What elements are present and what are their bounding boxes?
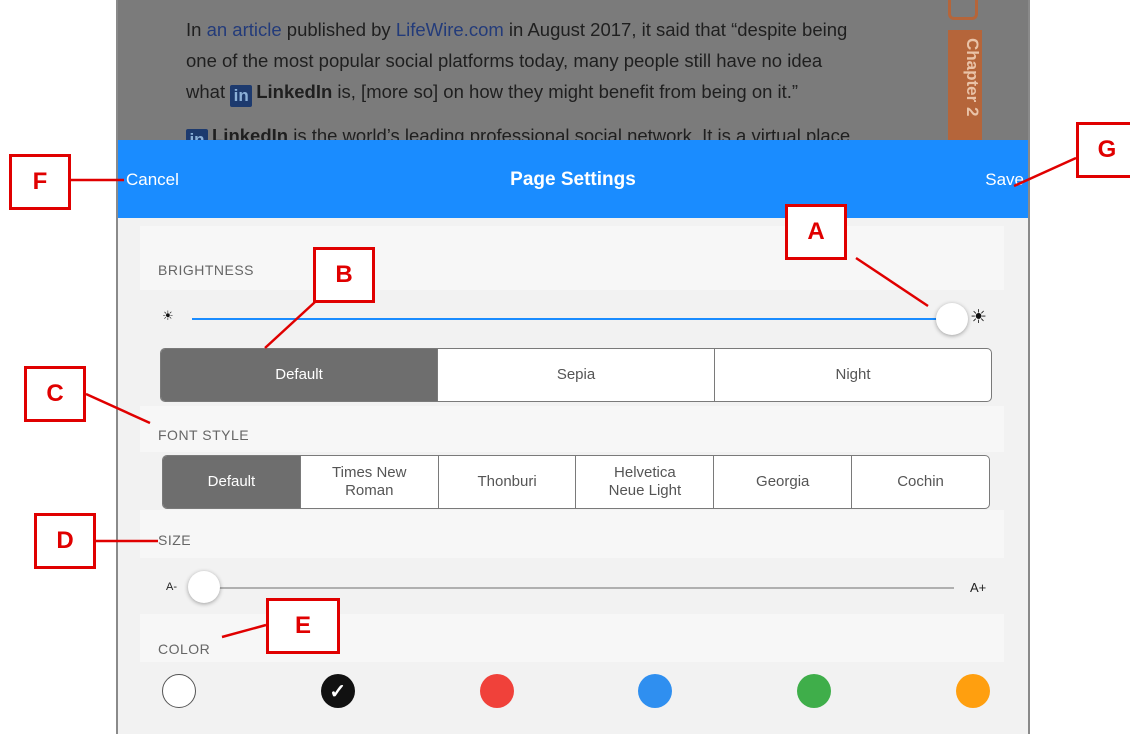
leader-line-c — [85, 392, 151, 425]
callout-f: F — [9, 154, 71, 210]
leader-line-a — [855, 256, 929, 308]
callout-g: G — [1076, 122, 1130, 178]
callout-d: D — [34, 513, 96, 569]
leader-line-g — [1013, 156, 1077, 188]
callout-c: C — [24, 366, 86, 422]
leader-line-b — [264, 301, 316, 349]
callout-b: B — [313, 247, 375, 303]
callout-a: A — [785, 204, 847, 260]
annotation-leader-lines — [69, 156, 1077, 639]
callout-e: E — [266, 598, 340, 654]
leader-line-e — [221, 623, 267, 639]
